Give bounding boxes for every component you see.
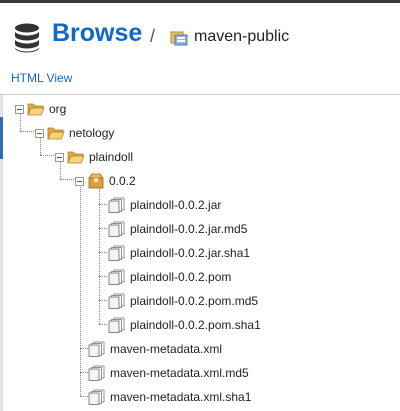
tree-node-label: plaindoll [89, 150, 134, 164]
collapse-toggle[interactable] [35, 128, 44, 138]
tree-connector [80, 185, 81, 396]
tree-node-netology[interactable]: netology [35, 123, 114, 143]
tree-file[interactable]: plaindoll-0.0.2.pom.sha1 [108, 315, 261, 335]
collapse-toggle[interactable] [15, 104, 24, 114]
open-folder-icon [27, 103, 45, 116]
file-icon [88, 341, 105, 357]
tree-node-label: org [49, 102, 67, 116]
database-icon [15, 23, 39, 53]
tree-node-label: netology [69, 126, 115, 140]
breadcrumb-repository[interactable]: maven-public [194, 28, 289, 46]
tree-file[interactable]: plaindoll-0.0.2.pom.md5 [108, 291, 258, 311]
tree-file-label: plaindoll-0.0.2.pom.sha1 [130, 318, 261, 332]
tree-connector [60, 179, 74, 180]
tree-connector [80, 372, 88, 373]
file-icon [108, 197, 125, 213]
tree-file[interactable]: plaindoll-0.0.2.jar.sha1 [108, 243, 250, 263]
html-view-link[interactable]: HTML View [11, 71, 72, 85]
file-icon [108, 317, 125, 333]
tree-connector [99, 324, 107, 325]
tree-file[interactable]: plaindoll-0.0.2.pom [108, 267, 231, 287]
tree-file-label: maven-metadata.xml.sha1 [110, 390, 252, 404]
tree-node-plaindoll[interactable]: plaindoll [55, 147, 133, 167]
tree-connector [99, 228, 107, 229]
collapse-toggle[interactable] [55, 152, 64, 162]
header-divider [0, 94, 400, 95]
tree-connector [99, 276, 107, 277]
package-icon [88, 173, 104, 189]
tree-file-label: plaindoll-0.0.2.pom [130, 270, 232, 284]
tree-file[interactable]: plaindoll-0.0.2.jar [108, 195, 221, 215]
file-icon [108, 269, 125, 285]
tree-file[interactable]: maven-metadata.xml.sha1 [88, 387, 251, 407]
file-icon [108, 245, 125, 261]
open-folder-icon [47, 127, 65, 140]
file-icon [108, 293, 125, 309]
left-rail-indicator [0, 117, 3, 159]
tree-file[interactable]: maven-metadata.xml.md5 [88, 363, 249, 383]
file-icon [88, 365, 105, 381]
tree-node-org[interactable]: org [15, 99, 66, 119]
breadcrumb-separator: / [150, 26, 156, 46]
page-header: Browse / maven-public [0, 3, 400, 63]
tree-node-label: 0.0.2 [109, 174, 136, 188]
tree-connector [99, 252, 107, 253]
tree-file[interactable]: plaindoll-0.0.2.jar.md5 [108, 219, 247, 239]
tree-connector [80, 396, 88, 397]
page-title: Browse [52, 19, 143, 47]
file-icon [88, 389, 105, 405]
tree-connector [99, 187, 100, 324]
open-folder-icon [67, 151, 85, 164]
tree-file-label: plaindoll-0.0.2.pom.md5 [130, 294, 259, 308]
tree-connector [80, 348, 88, 349]
tree-connector [99, 204, 107, 205]
repository-icon [170, 31, 188, 46]
collapse-toggle[interactable] [75, 176, 84, 186]
tree-connector [99, 300, 107, 301]
tree-file-label: maven-metadata.xml [110, 342, 223, 356]
file-icon [108, 221, 125, 237]
tree-file-label: plaindoll-0.0.2.jar [130, 198, 222, 212]
tree-connector [40, 155, 54, 156]
tree-node-version[interactable]: 0.0.2 [75, 171, 136, 191]
tree-connector [20, 131, 34, 132]
tree-file[interactable]: maven-metadata.xml [88, 339, 222, 359]
tree-file-label: plaindoll-0.0.2.jar.sha1 [130, 246, 251, 260]
tree-file-label: maven-metadata.xml.md5 [110, 366, 249, 380]
tree-file-label: plaindoll-0.0.2.jar.md5 [130, 222, 248, 236]
